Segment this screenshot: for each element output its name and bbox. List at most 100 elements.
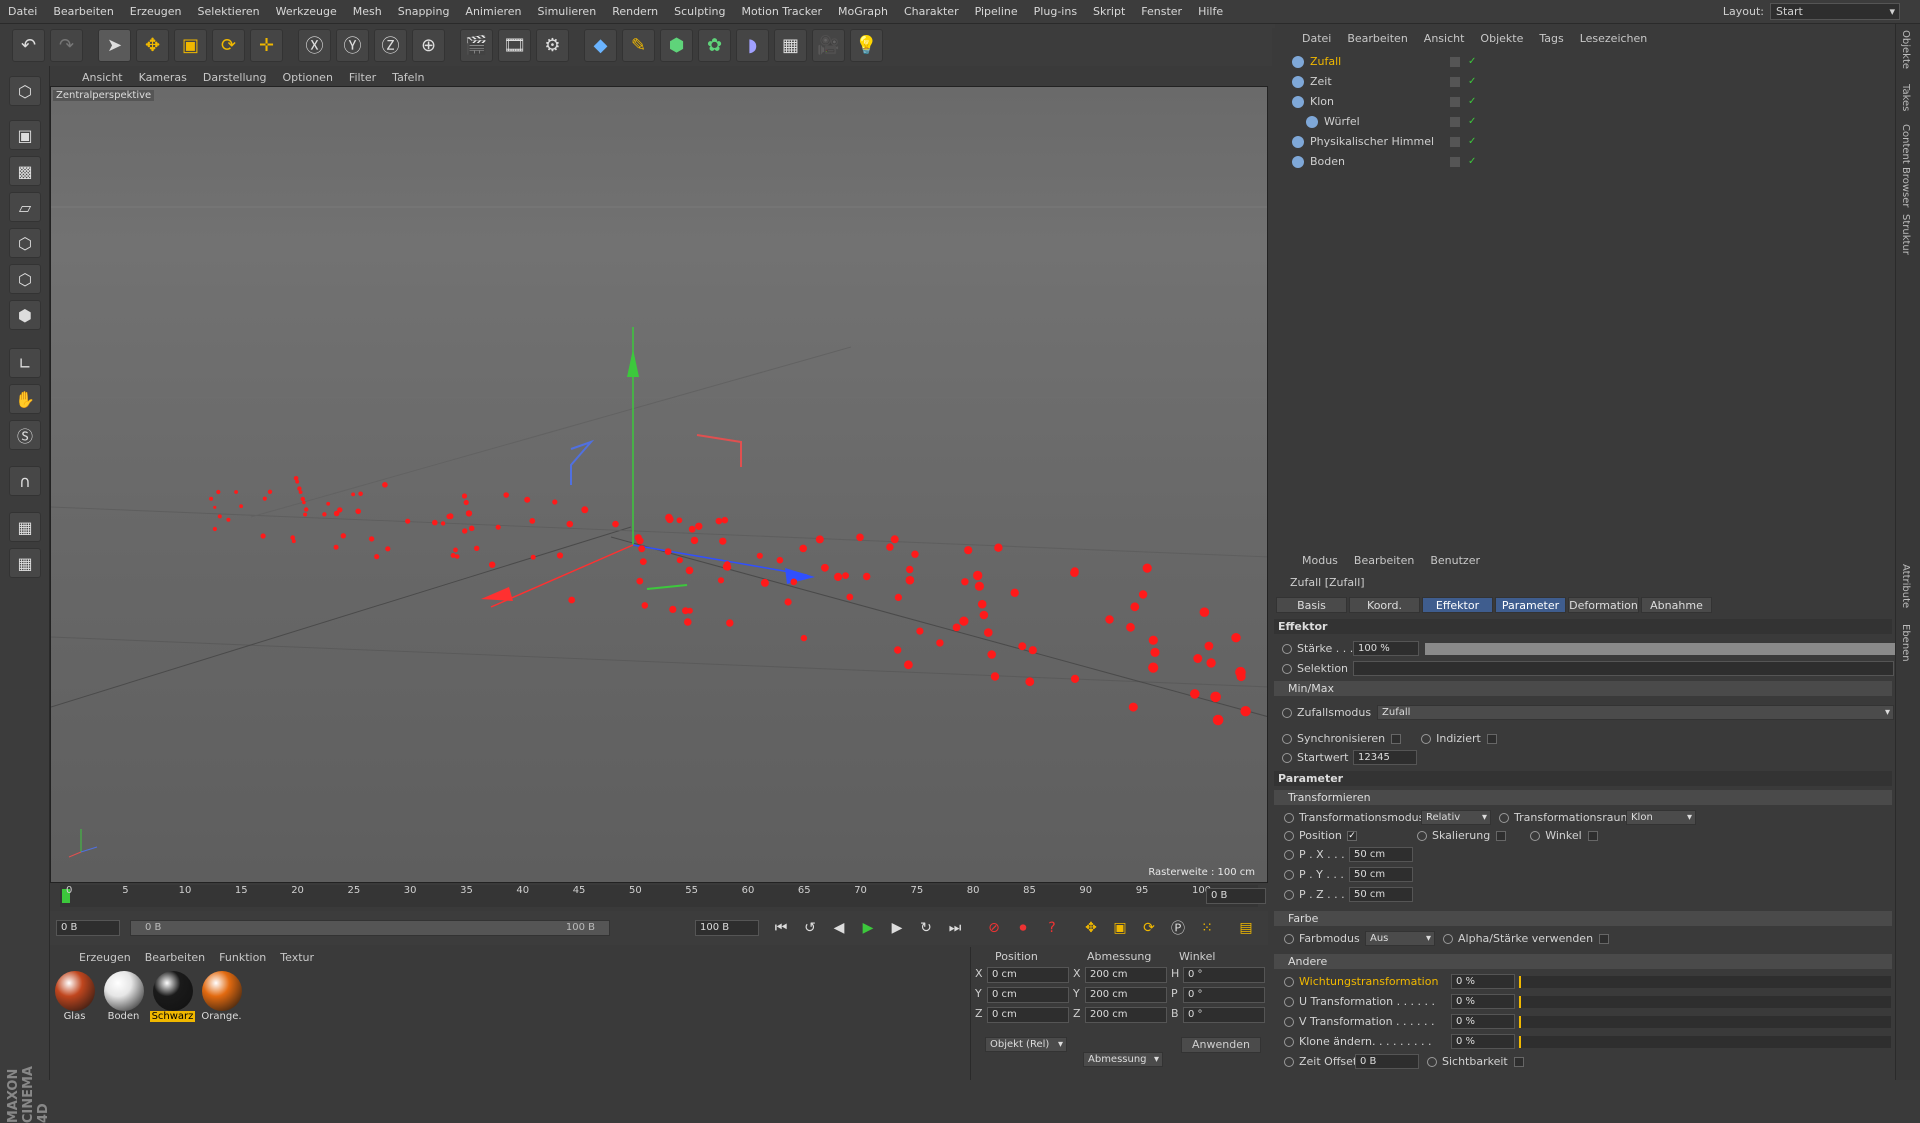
attr-tab-1[interactable]: Koord.	[1349, 597, 1420, 613]
spline-pen-icon[interactable]: ✎	[622, 28, 655, 62]
key-param-icon[interactable]: Ⓟ	[1167, 917, 1189, 939]
enabled-check-icon[interactable]: ✓	[1468, 96, 1476, 107]
next-frame-icon[interactable]: ▶	[886, 917, 908, 939]
snap-icon[interactable]: Ⓢ	[9, 420, 41, 450]
viewport-menu-1[interactable]: Kameras	[131, 71, 195, 84]
px-input[interactable]: 50 cm	[1349, 847, 1413, 862]
winkel-anim-icon[interactable]	[1530, 830, 1541, 841]
object-menu-5[interactable]: Lesezeichen	[1572, 32, 1656, 45]
menu-12[interactable]: MoGraph	[830, 5, 896, 18]
attr-tab-5[interactable]: Abnahme	[1641, 597, 1712, 613]
menu-9[interactable]: Rendern	[604, 5, 666, 18]
y-axis-lock-icon[interactable]: Ⓨ	[336, 28, 369, 62]
x-axis-lock-icon[interactable]: Ⓧ	[298, 28, 331, 62]
menu-1[interactable]: Bearbeiten	[45, 5, 121, 18]
visibility-toggle-icon[interactable]	[1450, 156, 1460, 167]
u-anim-icon[interactable]	[1284, 996, 1294, 1007]
menu-7[interactable]: Animieren	[457, 5, 529, 18]
position-field[interactable]: 0 cm	[987, 1007, 1069, 1023]
object-row[interactable]: Zufall ✓	[1280, 52, 1880, 71]
object-menu-4[interactable]: Tags	[1531, 32, 1571, 45]
goto-start-icon[interactable]: ⏮	[770, 917, 792, 939]
light-icon[interactable]: 💡	[850, 28, 883, 62]
tmodus-dropdown[interactable]: Relativ	[1421, 810, 1491, 825]
klone-slider[interactable]	[1519, 1035, 1891, 1048]
position-checkbox[interactable]: ✓	[1347, 830, 1357, 841]
timeline-window-icon[interactable]: ▤	[1235, 917, 1257, 939]
side-tab-4[interactable]: Attribute	[1900, 564, 1911, 608]
enabled-check-icon[interactable]: ✓	[1468, 56, 1476, 67]
py-anim-icon[interactable]	[1284, 869, 1294, 880]
zufallsmodus-dropdown[interactable]: Zufall	[1377, 705, 1894, 720]
alpha-anim-icon[interactable]	[1443, 933, 1453, 944]
visibility-toggle-icon[interactable]	[1450, 96, 1460, 107]
andere-group[interactable]: Andere	[1274, 954, 1892, 969]
material-menu-1[interactable]: Bearbeiten	[138, 951, 212, 964]
tmodus-anim-icon[interactable]	[1284, 812, 1294, 823]
traum-anim-icon[interactable]	[1499, 812, 1509, 823]
menu-5[interactable]: Mesh	[345, 5, 390, 18]
klone-anim-icon[interactable]	[1284, 1036, 1294, 1047]
key-scale-icon[interactable]: ▣	[1109, 917, 1131, 939]
axis-mode-icon[interactable]: ∟	[9, 348, 41, 378]
menu-18[interactable]: Hilfe	[1190, 5, 1231, 18]
material-swatch[interactable]: Schwarz	[150, 971, 195, 1022]
menu-2[interactable]: Erzeugen	[122, 5, 190, 18]
key-pla-icon[interactable]: ⁙	[1196, 917, 1218, 939]
points-mode-icon[interactable]: ⬡	[9, 228, 41, 258]
apply-button[interactable]: Anwenden	[1181, 1037, 1261, 1053]
menu-14[interactable]: Pipeline	[967, 5, 1026, 18]
traum-dropdown[interactable]: Klon	[1626, 810, 1696, 825]
staerke-anim-icon[interactable]	[1282, 643, 1292, 654]
object-row[interactable]: Zeit ✓	[1280, 72, 1880, 91]
enabled-check-icon[interactable]: ✓	[1468, 156, 1476, 167]
menu-17[interactable]: Fenster	[1133, 5, 1190, 18]
skalierung-checkbox[interactable]	[1496, 830, 1507, 841]
goto-end-icon[interactable]: ⏭	[944, 917, 966, 939]
render-view-icon[interactable]: 🎬	[460, 28, 493, 62]
material-menu-2[interactable]: Funktion	[212, 951, 273, 964]
visibility-toggle-icon[interactable]	[1450, 76, 1460, 87]
render-settings-icon[interactable]: ⚙	[536, 28, 569, 62]
layout-dropdown[interactable]: Start	[1770, 3, 1900, 20]
live-select-icon[interactable]: ✛	[250, 28, 283, 62]
menu-13[interactable]: Charakter	[896, 5, 967, 18]
skalierung-anim-icon[interactable]	[1417, 830, 1427, 841]
object-menu-0[interactable]: Datei	[1294, 32, 1339, 45]
px-anim-icon[interactable]	[1284, 849, 1294, 860]
sicht-checkbox[interactable]	[1513, 1056, 1524, 1067]
floor-scene-icon[interactable]: ▦	[774, 28, 807, 62]
subdivision-icon[interactable]: ⬢	[660, 28, 693, 62]
visibility-toggle-icon[interactable]	[1450, 56, 1460, 67]
cube-object-icon[interactable]: ◆	[584, 28, 617, 62]
magnet-icon[interactable]: ∩	[9, 466, 41, 496]
object-menu-2[interactable]: Ansicht	[1416, 32, 1473, 45]
minmax-group[interactable]: Min/Max	[1274, 681, 1892, 696]
prev-frame-icon[interactable]: ◀	[828, 917, 850, 939]
enabled-check-icon[interactable]: ✓	[1468, 116, 1476, 127]
sync-checkbox[interactable]	[1391, 733, 1402, 744]
coord-mode-dropdown[interactable]: Objekt (Rel)	[985, 1037, 1067, 1052]
autokey-icon[interactable]: ⏺	[1012, 917, 1034, 939]
object-row[interactable]: Würfel ✓	[1280, 112, 1880, 131]
enabled-check-icon[interactable]: ✓	[1468, 136, 1476, 147]
end-frame-field[interactable]: 100 B	[695, 920, 759, 936]
sync-anim-icon[interactable]	[1282, 733, 1292, 744]
indiziert-anim-icon[interactable]	[1421, 733, 1432, 744]
edges-mode-icon[interactable]: ⬡	[9, 264, 41, 294]
size-mode-dropdown[interactable]: Abmessung	[1083, 1052, 1163, 1067]
key-rotation-icon[interactable]: ⟳	[1138, 917, 1160, 939]
menu-10[interactable]: Sculpting	[666, 5, 733, 18]
timeline-ruler[interactable]: 0 5 10 15 20 25 30 35 40 45 50 55 60 65 70 75 80 85 90 95 10…	[50, 883, 1268, 909]
rotation-field[interactable]: 0 °	[1183, 987, 1265, 1003]
side-tab-0[interactable]: Objekte	[1900, 30, 1911, 69]
rotation-field[interactable]: 0 °	[1183, 967, 1265, 983]
menu-16[interactable]: Skript	[1085, 5, 1133, 18]
material-swatch[interactable]: Boden	[101, 971, 146, 1022]
world-coords-icon[interactable]: ⊕	[412, 28, 445, 62]
polygons-mode-icon[interactable]: ⬢	[9, 300, 41, 330]
position-field[interactable]: 0 cm	[987, 967, 1069, 983]
frame-range-slider[interactable]: 0 B 100 B	[130, 920, 610, 936]
size-field[interactable]: 200 cm	[1085, 967, 1167, 983]
viewport-menu-4[interactable]: Filter	[341, 71, 384, 84]
